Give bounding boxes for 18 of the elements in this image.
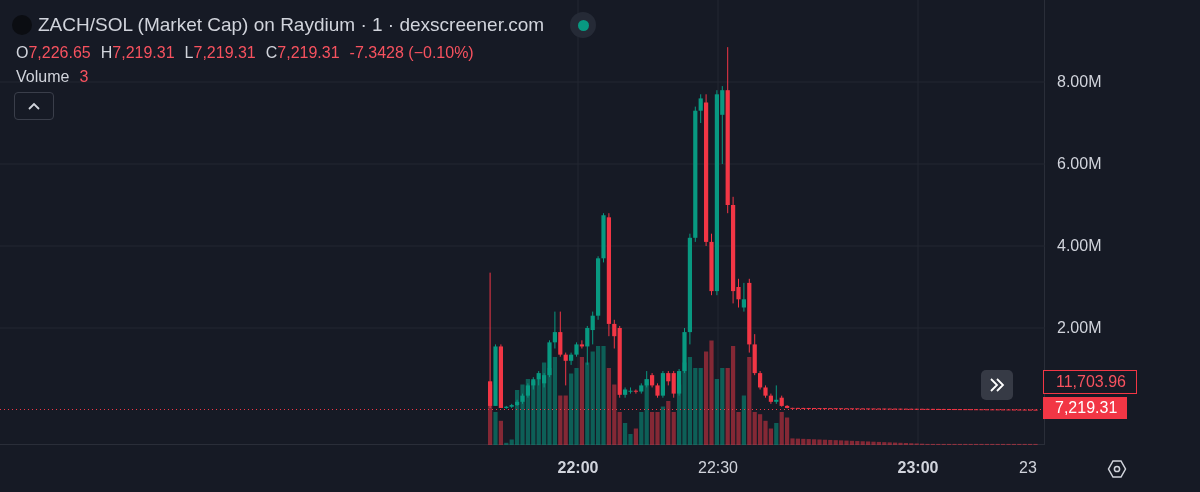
price-tag: 7,219.31 [1043, 397, 1128, 419]
ohlc-value: H7,219.31 [100, 44, 175, 62]
time-axis-label: 23:00 [897, 459, 939, 477]
price-axis-label: 6.00M [1057, 155, 1102, 173]
time-axis-label: 22:00 [557, 459, 599, 477]
time-axis-label: 23 [1019, 459, 1037, 477]
time-axis-label: 22:30 [698, 459, 738, 477]
price-change: -7.3428 (−0.10%) [349, 44, 474, 62]
chart-title: ZACH/SOL (Market Cap) on Raydium · 1 · dexscreener.com [38, 14, 545, 36]
price-tag: 11,703.96 [1043, 370, 1137, 394]
ohlc-value: L7,219.31 [184, 44, 256, 62]
price-axis-label: 4.00M [1057, 237, 1102, 255]
ohlc-value: C7,219.31 [265, 44, 340, 62]
volume-value: 3 [79, 68, 89, 86]
price-axis-label: 2.00M [1057, 319, 1102, 337]
price-axis-label: 8.00M [1057, 73, 1102, 91]
volume-label: Volume [16, 68, 70, 86]
ohlc-value: O7,226.65 [16, 44, 91, 62]
